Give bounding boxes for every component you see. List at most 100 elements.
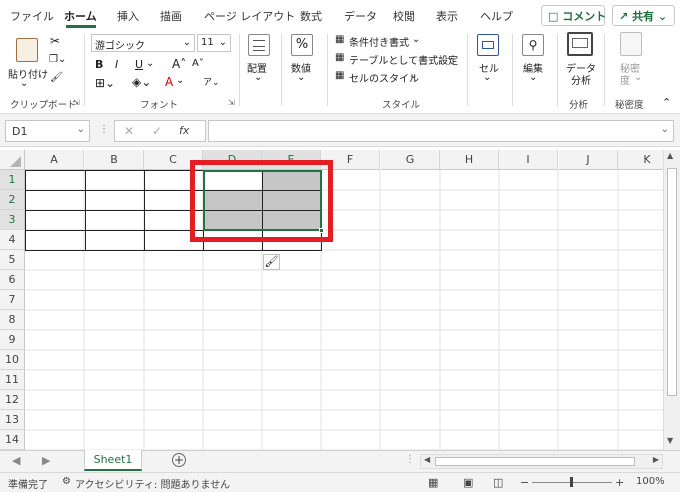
data-analysis-icon[interactable]: [567, 32, 593, 56]
scroll-up-icon[interactable]: ▲: [667, 151, 673, 160]
tab-file[interactable]: ファイル: [10, 8, 54, 24]
copy-icon[interactable]: ❐⌄: [49, 54, 66, 65]
share-button[interactable]: ↗ 共有 ⌄: [612, 5, 675, 26]
format-as-table-button[interactable]: テーブルとして書式設定: [349, 52, 458, 67]
paste-options-icon[interactable]: 🖌: [263, 254, 280, 270]
add-sheet-button[interactable]: +: [172, 453, 186, 467]
bold-button[interactable]: B: [95, 58, 103, 71]
cell-styles-icon[interactable]: ▦: [335, 70, 344, 81]
alignment-icon[interactable]: [248, 34, 270, 56]
scroll-thumb[interactable]: [667, 168, 677, 396]
font-color-button[interactable]: A: [165, 75, 173, 89]
row-header-6[interactable]: 6: [0, 270, 25, 290]
dialog-launcher-icon[interactable]: ⇲: [73, 98, 80, 107]
more-options-icon[interactable]: ⋮: [99, 124, 109, 135]
name-box[interactable]: D1 ⌄: [5, 120, 90, 142]
row-header-11[interactable]: 11: [0, 370, 25, 390]
chevron-down-icon[interactable]: ⌄: [20, 78, 28, 89]
row-header-2[interactable]: 2: [0, 190, 25, 210]
tab-draw[interactable]: 描画: [160, 8, 182, 24]
font-size-dropdown[interactable]: 11 ⌄: [197, 34, 231, 52]
select-all-corner[interactable]: [0, 150, 25, 170]
cancel-icon[interactable]: ✕: [124, 124, 134, 138]
phonetic-icon[interactable]: ア⌄: [203, 75, 220, 88]
font-shrink-icon[interactable]: A˅: [192, 58, 204, 69]
tab-view[interactable]: 表示: [436, 8, 458, 24]
zoom-level[interactable]: 100%: [636, 476, 665, 487]
chevron-down-icon[interactable]: ⌄: [446, 52, 454, 63]
column-header-h[interactable]: H: [440, 150, 499, 170]
confirm-icon[interactable]: ✓: [152, 124, 162, 138]
collapse-ribbon-icon[interactable]: ⌃: [662, 96, 671, 109]
cut-icon[interactable]: ✂: [50, 34, 60, 48]
tab-data[interactable]: データ: [344, 8, 377, 24]
row-header-4[interactable]: 4: [0, 230, 25, 250]
row-header-13[interactable]: 13: [0, 410, 25, 430]
tab-page-layout[interactable]: ページ レイアウト: [204, 8, 295, 24]
more-options-icon[interactable]: ⋮: [405, 454, 415, 465]
sheet-tab-sheet1[interactable]: Sheet1: [84, 450, 142, 471]
row-header-8[interactable]: 8: [0, 310, 25, 330]
row-header-12[interactable]: 12: [0, 390, 25, 410]
next-sheet-icon[interactable]: ▶: [42, 454, 50, 467]
horizontal-scrollbar[interactable]: ◀ ▶: [420, 454, 663, 469]
row-header-14[interactable]: 14: [0, 430, 25, 450]
column-header-j[interactable]: J: [559, 150, 618, 170]
chevron-down-icon[interactable]: ⌄: [529, 72, 537, 83]
dialog-launcher-icon[interactable]: ⇲: [228, 98, 235, 107]
percent-icon[interactable]: %: [291, 34, 313, 56]
conditional-formatting-icon[interactable]: ▦: [335, 34, 344, 45]
row-header-1[interactable]: 1: [0, 170, 25, 190]
tab-insert[interactable]: 挿入: [117, 8, 139, 24]
chevron-down-icon[interactable]: ⌄: [146, 58, 154, 69]
column-header-a[interactable]: A: [25, 150, 84, 170]
borders-icon[interactable]: ⊞⌄: [95, 76, 115, 90]
comment-button[interactable]: □ コメント: [541, 5, 606, 26]
chevron-down-icon[interactable]: ⌄: [483, 72, 491, 83]
font-grow-icon[interactable]: A˄: [172, 57, 186, 71]
fill-color-icon[interactable]: ◈⌄: [132, 75, 151, 89]
scroll-down-icon[interactable]: ▼: [667, 436, 673, 445]
chevron-down-icon[interactable]: ⌄: [176, 75, 184, 86]
row-header-7[interactable]: 7: [0, 290, 25, 310]
spreadsheet-grid[interactable]: ABCDEFGHIJK 1 2 3 4 5 6 7 8 9 10 11 12 13 14 🖌: [0, 150, 668, 450]
page-break-view-icon[interactable]: ◫: [493, 476, 503, 489]
insert-function-button[interactable]: fx: [179, 124, 189, 137]
row-header-3[interactable]: 3: [0, 210, 25, 230]
chevron-down-icon[interactable]: ⌄: [661, 124, 669, 135]
search-icon[interactable]: ⚲: [522, 34, 544, 56]
vertical-scrollbar[interactable]: ▲ ▼: [663, 150, 680, 450]
paste-icon[interactable]: [16, 38, 38, 62]
chevron-down-icon[interactable]: ⌄: [409, 70, 417, 81]
scroll-right-icon[interactable]: ▶: [653, 455, 659, 464]
row-header-9[interactable]: 9: [0, 330, 25, 350]
chevron-down-icon[interactable]: ⌄: [412, 34, 420, 45]
underline-button[interactable]: U: [135, 58, 143, 71]
scroll-thumb[interactable]: [435, 457, 635, 466]
font-name-dropdown[interactable]: 游ゴシック ⌄: [91, 34, 195, 52]
table-format-icon[interactable]: ▦: [335, 52, 344, 63]
column-header-k[interactable]: K: [618, 150, 668, 170]
tab-home[interactable]: ホーム: [64, 8, 97, 24]
chevron-down-icon[interactable]: ⌄: [254, 72, 262, 83]
tab-formulas[interactable]: 数式: [300, 8, 322, 24]
column-header-g[interactable]: G: [381, 150, 440, 170]
normal-view-icon[interactable]: ▦: [428, 476, 438, 489]
tab-help[interactable]: ヘルプ: [480, 8, 513, 24]
column-header-i[interactable]: I: [499, 150, 558, 170]
row-header-10[interactable]: 10: [0, 350, 25, 370]
italic-button[interactable]: I: [115, 58, 118, 71]
accessibility-status[interactable]: アクセシビリティ: 問題ありません: [75, 476, 230, 491]
format-painter-icon[interactable]: 🖌: [50, 72, 63, 83]
chevron-down-icon[interactable]: ⌄: [297, 72, 305, 83]
column-header-b[interactable]: B: [85, 150, 144, 170]
page-layout-view-icon[interactable]: ▣: [463, 476, 473, 489]
formula-input[interactable]: ⌄: [208, 120, 674, 142]
zoom-out-icon[interactable]: −: [520, 476, 529, 489]
conditional-formatting-button[interactable]: 条件付き書式: [349, 34, 409, 49]
tab-review[interactable]: 校閲: [393, 8, 415, 24]
prev-sheet-icon[interactable]: ◀: [12, 454, 20, 467]
cells-icon[interactable]: [477, 34, 499, 56]
scroll-left-icon[interactable]: ◀: [424, 455, 430, 464]
row-header-5[interactable]: 5: [0, 250, 25, 270]
